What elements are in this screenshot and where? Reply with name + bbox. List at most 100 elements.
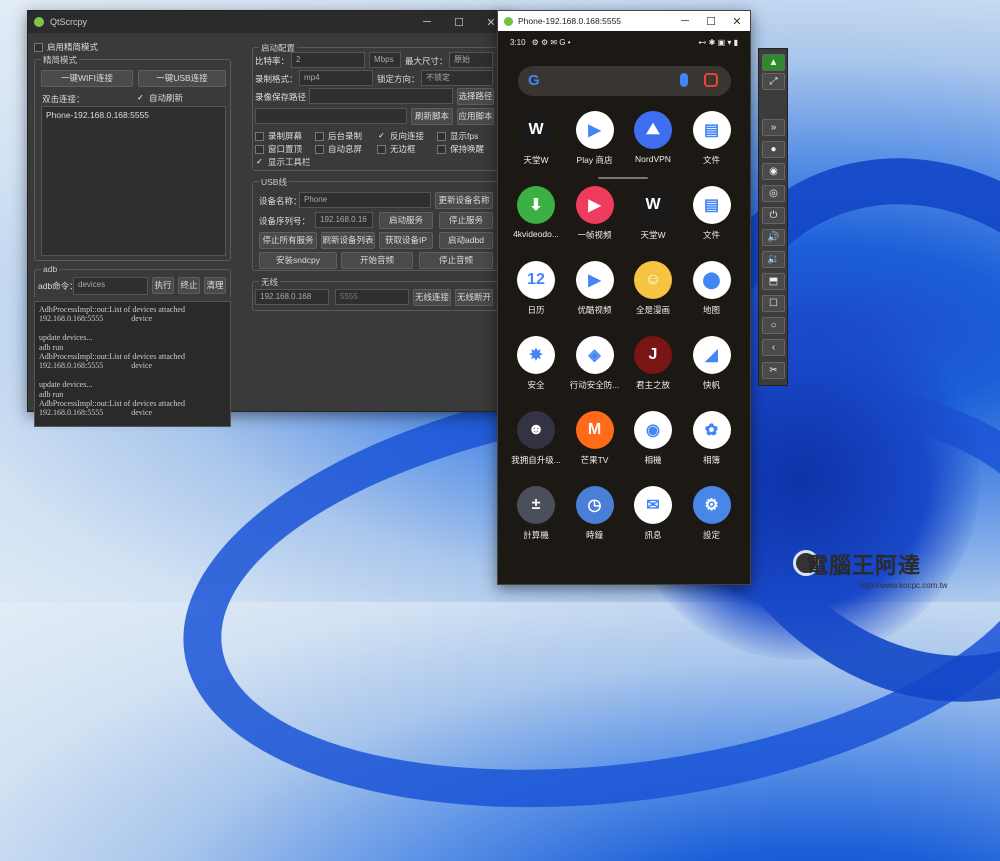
google-search-bar[interactable]: G [518,66,731,96]
simple-mode-checkbox[interactable]: 启用精简模式 [34,41,98,53]
minimize-button[interactable]: ─ [411,16,443,29]
title-bar[interactable]: QtScrcpy ─ ☐ ✕ [28,11,507,33]
adb-stop-button[interactable]: 终止 [178,277,200,294]
app-icon[interactable]: ⬇ 4kvideodo... [507,186,565,239]
app-label: 优酷视频 [577,305,612,315]
device-list-item[interactable]: Phone-192.168.0.168:5555 [42,107,225,123]
update-name-button[interactable]: 更新设备名称 [435,192,493,209]
record-button[interactable]: ● [762,141,785,158]
stop-server-button[interactable]: 停止服务 [439,212,493,229]
collapse-button[interactable]: » [762,119,785,136]
app-label: 天堂W [640,230,666,240]
lens-icon[interactable] [704,73,718,87]
show-toolbar-checkbox[interactable]: ✓ 显示工具栏 [255,156,310,168]
refresh-script-button[interactable]: 刷新脚本 [411,108,453,125]
record-path-input[interactable] [309,88,453,104]
always-on-top-checkbox[interactable]: 窗口置顶 [255,143,302,155]
back-button[interactable]: ‹ [762,339,785,356]
app-icon[interactable]: ◢ 快帆 [683,336,741,391]
wireless-connect-button[interactable]: 无线连接 [413,289,451,306]
app-icon[interactable]: ▶ 一帧视频 [566,186,624,241]
max-size-select[interactable]: 原始 [449,52,493,68]
app-icon[interactable]: 12 日历 [507,261,565,316]
start-audio-button[interactable]: 开始音频 [341,252,413,269]
app-icon[interactable]: ⛰ NordVPN [624,111,682,164]
start-server-button[interactable]: 启动服务 [379,212,433,229]
device-list[interactable]: Phone-192.168.0.168:5555 [41,106,226,256]
fullscreen-button[interactable]: ⤢ [762,73,785,90]
wifi-connect-button[interactable]: 一键WIFI连接 [41,70,133,87]
app-icon[interactable]: ⚙ 設定 [683,486,741,541]
screenshot-button[interactable]: ◉ [762,163,785,180]
volume-up-button[interactable]: 🔊 [762,229,785,246]
home-button[interactable]: ☐ [762,295,785,312]
wireless-disconnect-button[interactable]: 无线断开 [455,289,493,306]
app-icon[interactable]: ▤ 文件 [683,111,741,166]
maximize-button[interactable]: ☐ [698,15,724,28]
adb-clear-button[interactable]: 清理 [204,277,226,294]
bitrate-unit-select[interactable]: Mbps [369,52,401,68]
start-adbd-button[interactable]: 启动adbd [439,232,493,249]
checkbox-label: 反向连接 [390,131,425,141]
apply-script-button[interactable]: 应用脚本 [457,108,494,125]
rotate-button[interactable]: ⬒ [762,273,785,290]
usb-connect-button[interactable]: 一键USB连接 [138,70,226,87]
group-title: 无线 [259,276,281,288]
maximize-button[interactable]: ☐ [443,16,475,29]
power-button[interactable]: ⏻ [762,207,785,224]
app-19-icon: ✿ [692,411,731,449]
serial-select[interactable]: 192.168.0.16 [315,212,373,228]
frameless-checkbox[interactable]: 无边框 [377,143,416,155]
app-icon[interactable]: ◈ 行动安全防... [566,336,624,391]
format-select[interactable]: mp4 [299,70,373,86]
wireless-port-input[interactable]: 5555 [335,289,409,305]
checkbox-label: 后台录制 [328,131,363,141]
app-icon[interactable]: ✸ 安全 [507,336,565,391]
app-icon[interactable]: ☺ 全是漫画 [624,261,682,316]
app-icon[interactable]: ☻ 我拥自升级... [507,411,565,466]
get-ip-button[interactable]: 获取设备IP [379,232,433,249]
device-name-input[interactable]: Phone [299,192,431,208]
format-label: 录制格式： [255,74,298,84]
stop-all-button[interactable]: 停止所有服务 [259,232,317,249]
app-icon[interactable]: ✿ 相簿 [683,411,741,466]
app-icon[interactable]: ▶ Play 商店 [566,111,624,166]
app-icon[interactable]: ± 計算機 [507,486,565,541]
app-icon[interactable]: J 君主之放 [624,336,682,391]
stay-awake-checkbox[interactable]: 保持唤醒 [437,143,484,155]
install-sndcpy-button[interactable]: 安装sndcpy [259,252,337,269]
minimize-button[interactable]: ─ [672,15,698,28]
choose-path-button[interactable]: 选择路径 [457,88,494,105]
volume-down-button[interactable]: 🔉 [762,251,785,268]
adb-exec-button[interactable]: 执行 [152,277,174,294]
record-screen-checkbox[interactable]: 录制屏幕 [255,130,302,142]
wireless-ip-input[interactable]: 192.168.0.168 [255,289,329,305]
refresh-devices-button[interactable]: 刷新设备列表 [321,232,375,249]
toolbar-toggle-button[interactable]: ▲ [762,54,785,71]
background-record-checkbox[interactable]: 后台录制 [315,130,362,142]
app-icon[interactable]: W 天堂W [624,186,682,241]
bitrate-input[interactable]: 2 [291,52,365,68]
close-button[interactable]: ✕ [724,15,750,28]
app-icon[interactable]: ◷ 時鐘 [566,486,624,541]
reverse-connect-checkbox[interactable]: ✓ 反向连接 [377,130,424,142]
mic-icon[interactable] [680,73,688,87]
auto-screen-off-checkbox[interactable]: 自动息屏 [315,143,362,155]
cut-button[interactable]: ✂ [762,362,785,379]
auto-refresh-checkbox[interactable]: ✓ 自动刷新 [136,92,183,104]
show-fps-checkbox[interactable]: 显示fps [437,130,478,142]
stop-audio-button[interactable]: 停止音频 [419,252,493,269]
phone-title-bar[interactable]: Phone-192.168.0.168:5555 ─ ☐ ✕ [498,11,750,31]
app-icon[interactable]: ▶ 优酷视频 [566,261,624,316]
app-icon[interactable]: ⬤ 地图 [683,261,741,316]
app-icon[interactable]: M 芒果TV [566,411,624,466]
orientation-select[interactable]: 不锁定 [421,70,493,86]
hide-button[interactable]: ◎ [762,185,785,202]
app-icon[interactable]: W 天堂W [507,111,565,166]
script-select[interactable] [255,108,407,124]
app-switch-button[interactable]: ○ [762,317,785,334]
app-icon[interactable]: ◉ 相機 [624,411,682,466]
adb-command-input[interactable]: devices [73,277,148,295]
app-icon[interactable]: ▤ 文件 [683,186,741,241]
app-icon[interactable]: ✉ 訊息 [624,486,682,541]
